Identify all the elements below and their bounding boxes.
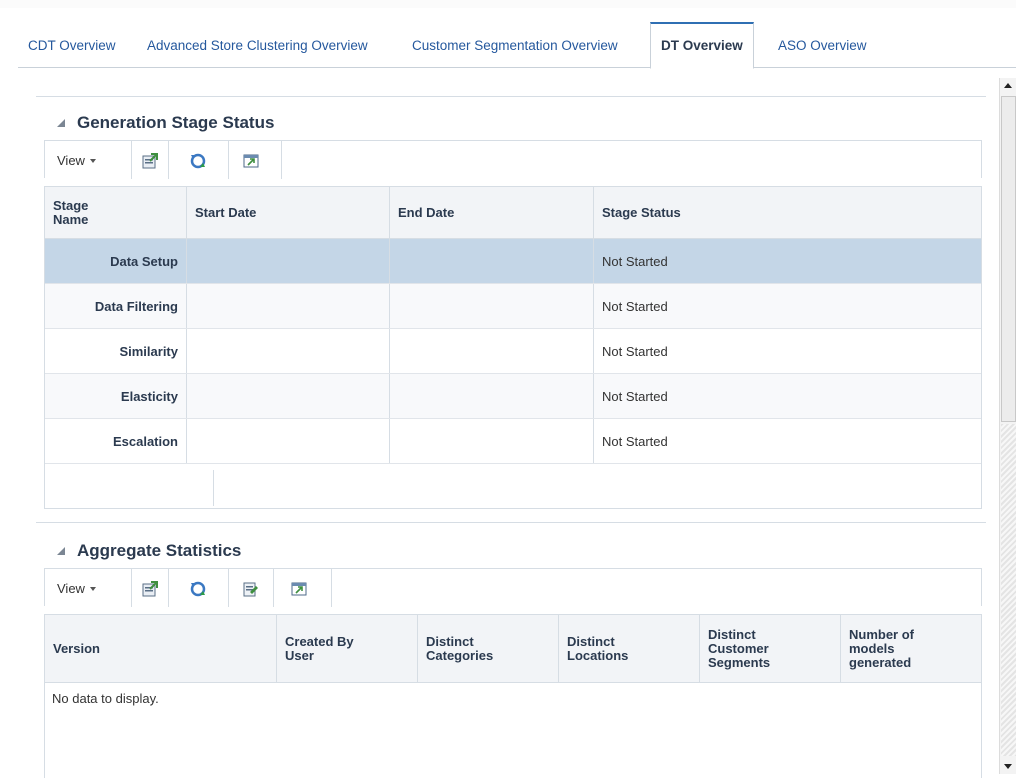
table-row[interactable]: Escalation Not Started: [45, 419, 981, 464]
chevron-down-icon: [89, 159, 96, 163]
collapse-triangle-icon[interactable]: [57, 547, 65, 555]
column-header-stage-status[interactable]: Stage Status: [594, 187, 981, 238]
aggregate-statistics-header[interactable]: Aggregate Statistics: [57, 541, 241, 561]
end-date-cell: [390, 284, 594, 328]
stage-name-cell: Similarity: [45, 329, 187, 373]
column-header-label: Number of models generated: [849, 626, 914, 670]
scrollbar-thumb[interactable]: [1001, 96, 1016, 422]
generation-stage-status-title: Generation Stage Status: [77, 113, 275, 132]
column-header-label: Stage Name: [53, 197, 89, 227]
table-row[interactable]: Data Setup Not Started: [45, 239, 981, 284]
start-date-cell: [187, 284, 390, 328]
export-icon[interactable]: [142, 153, 158, 169]
column-header-distinct-locations[interactable]: Distinct Locations: [559, 615, 700, 682]
chevron-down-icon: [89, 587, 96, 591]
stage-status-cell: Not Started: [602, 343, 668, 359]
end-date-cell: [390, 374, 594, 418]
empty-table-message: No data to display.: [52, 691, 159, 706]
toolbar-divider: [331, 569, 332, 607]
generation-stage-status-header[interactable]: Generation Stage Status: [57, 113, 274, 133]
panel-divider: [36, 522, 986, 523]
edit-icon[interactable]: [243, 581, 259, 597]
view-menu-label: View: [57, 581, 85, 596]
tab-advanced-store-clustering-overview[interactable]: Advanced Store Clustering Overview: [147, 22, 368, 68]
start-date-cell: [187, 374, 390, 418]
aggregate-statistics-title: Aggregate Statistics: [77, 541, 242, 560]
tab-customer-segmentation-overview[interactable]: Customer Segmentation Overview: [412, 22, 618, 68]
column-header-label: Version: [53, 640, 100, 656]
end-date-cell: [390, 419, 594, 463]
scroll-down-arrow-icon: [1004, 764, 1012, 769]
column-header-label: Distinct Customer Segments: [708, 626, 771, 670]
start-date-cell: [187, 419, 390, 463]
end-date-cell: [390, 239, 594, 283]
table-footer-divider: [213, 470, 214, 506]
tab-dt-overview[interactable]: DT Overview: [650, 22, 754, 69]
tab-aso-overview[interactable]: ASO Overview: [778, 22, 867, 68]
stage-name-cell: Elasticity: [45, 374, 187, 418]
table-row[interactable]: Data Filtering Not Started: [45, 284, 981, 329]
column-header-version[interactable]: Version: [45, 615, 277, 682]
scroll-up-arrow-icon: [1004, 83, 1012, 88]
column-header-created-by-user[interactable]: Created By User: [277, 615, 418, 682]
toolbar-divider: [131, 141, 132, 179]
aggregate-toolbar: View: [44, 568, 982, 607]
refresh-icon[interactable]: [190, 581, 206, 597]
toolbar-divider: [273, 569, 274, 607]
toolbar-divider: [228, 569, 229, 607]
panel-divider: [36, 96, 986, 97]
collapse-triangle-icon[interactable]: [57, 119, 65, 127]
view-menu-label: View: [57, 153, 85, 168]
column-header-label: Start Date: [195, 204, 257, 220]
column-header-label: Distinct Locations: [567, 633, 629, 663]
column-header-distinct-customer-segments[interactable]: Distinct Customer Segments: [700, 615, 841, 682]
toolbar-divider: [281, 141, 282, 179]
stage-name-cell: Data Filtering: [45, 284, 187, 328]
start-date-cell: [187, 329, 390, 373]
start-date-cell: [187, 239, 390, 283]
toolbar-divider: [168, 141, 169, 179]
table-row[interactable]: Elasticity Not Started: [45, 374, 981, 419]
refresh-icon[interactable]: [190, 153, 206, 169]
column-header-end-date[interactable]: End Date: [390, 187, 594, 238]
detach-icon[interactable]: [243, 153, 259, 169]
column-header-number-of-models-generated[interactable]: Number of models generated: [841, 615, 981, 682]
stage-name-cell: Escalation: [45, 419, 187, 463]
scroll-up-button[interactable]: [1000, 78, 1016, 94]
stage-name-cell: Data Setup: [45, 239, 187, 283]
toolbar-divider: [228, 141, 229, 179]
vertical-scrollbar[interactable]: [999, 78, 1016, 774]
export-icon[interactable]: [142, 581, 158, 597]
detach-icon[interactable]: [291, 581, 307, 597]
scrollbar-track[interactable]: [1001, 424, 1016, 756]
tab-cdt-overview[interactable]: CDT Overview: [28, 22, 116, 68]
stage-status-cell: Not Started: [602, 388, 668, 404]
aggregate-statistics-table: Version Created By User Distinct Categor…: [44, 614, 982, 778]
column-header-label: Created By User: [285, 633, 354, 663]
column-header-start-date[interactable]: Start Date: [187, 187, 390, 238]
column-header-label: End Date: [398, 204, 455, 220]
table-row[interactable]: Similarity Not Started: [45, 329, 981, 374]
stage-status-cell: Not Started: [602, 433, 668, 449]
generation-toolbar: View: [44, 140, 982, 179]
column-header-label: Stage Status: [602, 204, 681, 220]
view-menu[interactable]: View: [57, 141, 96, 179]
scroll-down-button[interactable]: [1000, 758, 1016, 774]
table-header: Stage Name Start Date End Date Stage Sta…: [45, 187, 981, 239]
toolbar-divider: [131, 569, 132, 607]
top-strip: [0, 0, 1016, 8]
generation-stage-table: Stage Name Start Date End Date Stage Sta…: [44, 186, 982, 509]
stage-status-cell: Not Started: [602, 253, 668, 269]
end-date-cell: [390, 329, 594, 373]
column-header-label: Distinct Categories: [426, 633, 494, 663]
table-header: Version Created By User Distinct Categor…: [45, 615, 981, 683]
stage-status-cell: Not Started: [602, 298, 668, 314]
view-menu[interactable]: View: [57, 569, 96, 607]
column-header-distinct-categories[interactable]: Distinct Categories: [418, 615, 559, 682]
toolbar-divider: [168, 569, 169, 607]
tab-bar: CDT Overview Advanced Store Clustering O…: [18, 22, 1016, 69]
column-header-stage-name[interactable]: Stage Name: [45, 187, 187, 238]
